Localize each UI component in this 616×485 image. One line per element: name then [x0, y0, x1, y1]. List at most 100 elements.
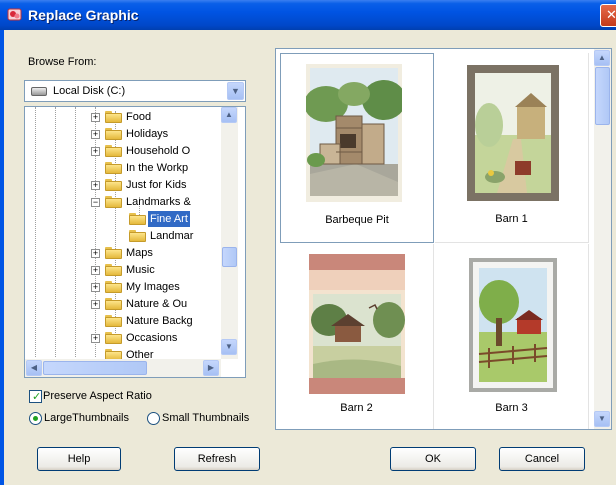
folder-tree[interactable]: + Food + Holidays + Household O In the Workp + J… [24, 106, 246, 378]
scroll-up-icon[interactable]: ▲ [221, 107, 237, 123]
thumbnail-caption: Barn 2 [340, 402, 373, 414]
thumbnail-caption: Barn 3 [495, 402, 528, 414]
scroll-left-icon[interactable]: ◀ [26, 360, 42, 376]
radio-selected-dot [33, 416, 38, 421]
hard-drive-icon [31, 87, 47, 96]
folder-icon [105, 128, 122, 140]
folder-icon [129, 230, 146, 242]
large-thumbnails-label[interactable]: LargeThumbnails [44, 412, 129, 424]
tree-item[interactable]: + Holidays [25, 126, 221, 143]
location-value: Local Disk (C:) [53, 85, 126, 97]
tree-item[interactable]: − Landmarks & [25, 194, 221, 211]
small-thumbnails-label[interactable]: Small Thumbnails [162, 412, 249, 424]
expand-icon[interactable]: + [91, 130, 100, 139]
folder-icon [105, 162, 122, 174]
scroll-right-icon[interactable]: ▶ [203, 360, 219, 376]
ok-button[interactable]: OK [390, 447, 476, 471]
tree-item[interactable]: + Food [25, 109, 221, 126]
folder-icon [105, 332, 122, 344]
small-thumbnails-radio[interactable] [147, 412, 160, 425]
tree-item[interactable]: Landmar [25, 228, 221, 245]
expand-icon[interactable]: + [91, 266, 100, 275]
scroll-down-icon[interactable]: ▼ [594, 411, 610, 427]
gallery-vertical-scrollbar[interactable]: ▲ ▼ [594, 49, 611, 429]
folder-icon [105, 298, 122, 310]
expand-icon[interactable]: + [91, 181, 100, 190]
tree-item[interactable]: + Occasions [25, 330, 221, 347]
tree-item-label: Nature & Ou [126, 298, 188, 310]
preserve-aspect-label[interactable]: Preserve Aspect Ratio [43, 390, 152, 402]
tree-item[interactable]: Nature Backg [25, 313, 221, 330]
tree-item[interactable]: In the Workp [25, 160, 221, 177]
tree-vertical-scrollbar[interactable]: ▲ ▼ [221, 107, 238, 359]
scroll-down-icon[interactable]: ▼ [221, 339, 237, 355]
tree-item-label: Music [126, 264, 155, 276]
gallery-scroll-thumb[interactable] [595, 67, 610, 125]
dialog-body: Browse From: Local Disk (C:) ▼ + Food + Hol… [0, 30, 616, 485]
tree-item-label: In the Workp [126, 162, 189, 174]
checkmark-icon: ✓ [32, 391, 42, 403]
tree-item-label: My Images [126, 281, 180, 293]
refresh-button[interactable]: Refresh [174, 447, 260, 471]
close-button[interactable]: ✕ [600, 4, 616, 27]
expand-icon[interactable]: + [91, 300, 100, 309]
tree-item[interactable]: + My Images [25, 279, 221, 296]
tree-item-label: Occasions [126, 332, 178, 344]
tree-item-label: Food [126, 111, 152, 123]
expand-icon[interactable]: + [91, 249, 100, 258]
tree-item-label: Nature Backg [126, 315, 193, 327]
barn-3-image [469, 258, 557, 392]
expand-icon[interactable]: + [91, 113, 100, 122]
tree-item-label: Landmar [150, 230, 194, 242]
expand-icon[interactable]: + [91, 147, 100, 156]
folder-icon [105, 264, 122, 276]
thumbnail-caption: Barn 1 [495, 213, 528, 225]
folder-icon [105, 247, 122, 259]
thumbnail-gallery[interactable]: Barbeque Pit Barn 1 Barn 2 Barn 3 ▲ ▼ [275, 48, 612, 430]
tree-item[interactable]: Fine Art [25, 211, 221, 228]
folder-icon [105, 196, 122, 208]
tree-item[interactable]: + Maps [25, 245, 221, 262]
tree-item-label: Fine Art [148, 211, 190, 227]
tree-item[interactable]: + Nature & Ou [25, 296, 221, 313]
picture-icon [7, 8, 22, 21]
window-title: Replace Graphic [28, 7, 139, 23]
folder-icon [105, 111, 122, 123]
expand-icon[interactable]: + [91, 334, 100, 343]
tree-item[interactable]: + Just for Kids [25, 177, 221, 194]
scroll-up-icon[interactable]: ▲ [594, 50, 610, 66]
tree-hscroll-thumb[interactable] [43, 361, 147, 375]
folder-icon [105, 145, 122, 157]
folder-icon [129, 213, 146, 225]
tree-scroll-thumb[interactable] [222, 247, 237, 267]
barn-2-image [309, 254, 405, 394]
tree-item-label: Household O [126, 145, 191, 157]
thumbnail-caption: Barbeque Pit [325, 214, 389, 226]
location-dropdown[interactable]: Local Disk (C:) ▼ [24, 80, 246, 102]
thumbnail-barbeque-pit[interactable]: Barbeque Pit [280, 53, 434, 243]
cancel-button[interactable]: Cancel [499, 447, 585, 471]
tree-item[interactable]: + Music [25, 262, 221, 279]
title-bar: Replace Graphic ✕ [0, 0, 616, 30]
collapse-icon[interactable]: − [91, 198, 100, 207]
large-thumbnails-radio[interactable] [29, 412, 42, 425]
tree-item-label: Just for Kids [126, 179, 187, 191]
folder-icon [105, 179, 122, 191]
thumbnail-barn-3[interactable]: Barn 3 [435, 244, 589, 429]
expand-icon[interactable]: + [91, 283, 100, 292]
tree-item-label: Holidays [126, 128, 169, 140]
folder-icon [105, 281, 122, 293]
tree-item-label: Landmarks & [126, 196, 191, 208]
folder-icon [105, 315, 122, 327]
help-button[interactable]: Help [37, 447, 121, 471]
thumbnail-barn-2[interactable]: Barn 2 [280, 244, 434, 429]
chevron-down-icon[interactable]: ▼ [227, 82, 244, 100]
browse-from-label: Browse From: [28, 56, 97, 68]
thumbnail-barn-1[interactable]: Barn 1 [435, 53, 589, 243]
tree-horizontal-scrollbar[interactable]: ◀ ▶ [25, 359, 221, 377]
tree-item[interactable]: + Household O [25, 143, 221, 160]
tree-item-label: Maps [126, 247, 153, 259]
preserve-aspect-checkbox[interactable]: ✓ [29, 390, 42, 403]
barn-1-image [467, 65, 559, 201]
barbeque-pit-image [306, 64, 402, 202]
